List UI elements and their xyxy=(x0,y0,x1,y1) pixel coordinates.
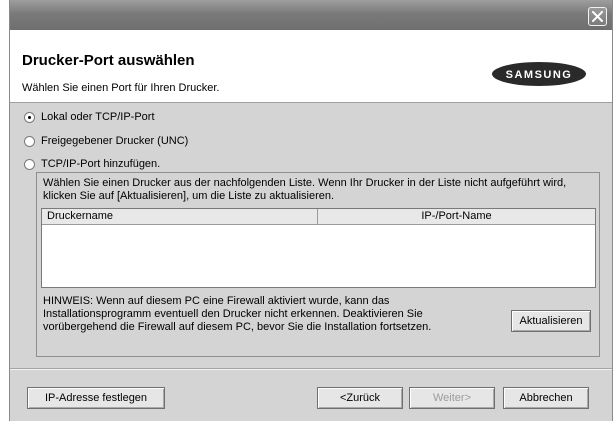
title-bar xyxy=(10,0,612,30)
group-description: Wählen Sie einen Drucker aus der nachfol… xyxy=(43,177,567,202)
samsung-logo: SAMSUNG xyxy=(492,62,586,86)
radio-add-tcpip[interactable]: TCP/IP-Port hinzufügen. xyxy=(24,156,160,172)
radio-shared-unc[interactable]: Freigegebener Drucker (UNC) xyxy=(24,133,188,149)
firewall-hint: HINWEIS: Wenn auf diesem PC eine Firewal… xyxy=(43,295,432,333)
page-subtitle: Wählen Sie einen Port für Ihren Drucker. xyxy=(22,82,220,94)
content-area: Lokal oder TCP/IP-Port Freigegebener Dru… xyxy=(10,103,612,359)
refresh-button[interactable]: Aktualisieren xyxy=(511,310,591,332)
radio-button[interactable] xyxy=(24,158,35,170)
close-button[interactable] xyxy=(588,7,607,26)
printer-group-box: Wählen Sie einen Drucker aus der nachfol… xyxy=(36,172,600,357)
footer-divider xyxy=(10,368,612,370)
radio-button[interactable] xyxy=(24,135,35,147)
page-title: Drucker-Port auswählen xyxy=(22,52,195,69)
list-header: Druckername IP-/Port-Name xyxy=(42,209,595,225)
close-icon xyxy=(592,11,603,22)
installer-window: Drucker-Port auswählen Wählen Sie einen … xyxy=(9,0,613,421)
logo-text: SAMSUNG xyxy=(506,69,573,81)
radio-local-tcpip[interactable]: Lokal oder TCP/IP-Port xyxy=(24,109,155,125)
header-panel: Drucker-Port auswählen Wählen Sie einen … xyxy=(10,30,612,103)
cancel-button[interactable]: Abbrechen xyxy=(503,387,589,409)
back-button[interactable]: <Zurück xyxy=(317,387,403,409)
next-button[interactable]: Weiter> xyxy=(409,387,495,409)
radio-label: TCP/IP-Port hinzufügen. xyxy=(41,158,161,170)
radio-label: Freigegebener Drucker (UNC) xyxy=(41,135,189,147)
column-header-printer-name[interactable]: Druckername xyxy=(42,209,318,224)
set-ip-address-button[interactable]: IP-Adresse festlegen xyxy=(27,387,165,409)
printer-list[interactable]: Druckername IP-/Port-Name xyxy=(41,208,596,288)
radio-label: Lokal oder TCP/IP-Port xyxy=(41,111,155,123)
column-header-port-name[interactable]: IP-/Port-Name xyxy=(318,209,595,224)
radio-button[interactable] xyxy=(24,111,35,123)
